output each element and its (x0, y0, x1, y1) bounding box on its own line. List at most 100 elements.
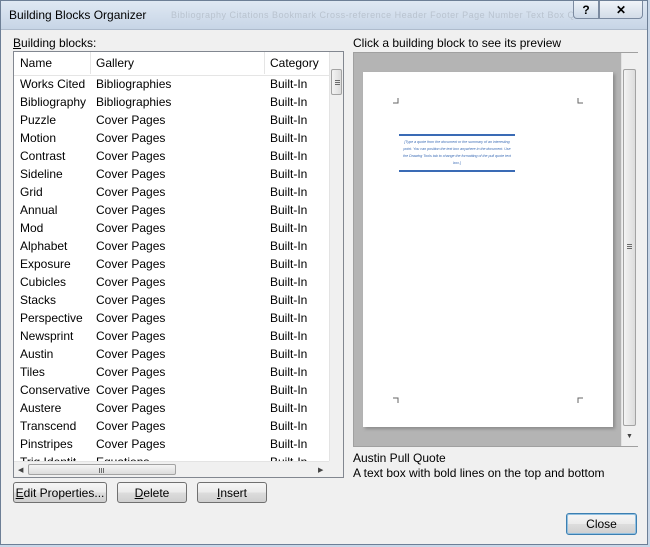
block-gallery-cell: Cover Pages (96, 203, 166, 217)
margin-corner-icon (577, 98, 583, 104)
block-category-cell: Built-In (270, 419, 308, 433)
pull-quote-preview: [Type a quote from the document or the s… (399, 134, 515, 172)
list-row[interactable]: Stacks Cover Pages Built-In (14, 291, 329, 309)
list-row[interactable]: Newsprint Cover Pages Built-In (14, 327, 329, 345)
edit-properties-button[interactable]: Edit Properties... (13, 482, 107, 503)
list-row[interactable]: Conservative Cover Pages Built-In (14, 381, 329, 399)
list-row[interactable]: Cubicles Cover Pages Built-In (14, 273, 329, 291)
delete-button[interactable]: Delete (117, 482, 187, 503)
list-header: Name Gallery Category (14, 52, 329, 76)
building-blocks-list[interactable]: Name Gallery Category Works Cited Bibliog… (13, 51, 344, 478)
block-gallery-cell: Cover Pages (96, 239, 166, 253)
block-gallery-cell: Cover Pages (96, 221, 166, 235)
title-close-button[interactable]: ✕ (599, 1, 643, 19)
block-gallery-cell: Cover Pages (96, 257, 166, 271)
column-header-name[interactable]: Name (20, 56, 52, 70)
column-header-gallery[interactable]: Gallery (96, 56, 134, 70)
list-row[interactable]: Perspective Cover Pages Built-In (14, 309, 329, 327)
title-bar[interactable]: Building Blocks Organizer Bibliography C… (1, 1, 647, 30)
list-row[interactable]: Contrast Cover Pages Built-In (14, 147, 329, 165)
block-name-cell: Austin (20, 347, 54, 361)
list-rows: Works Cited Bibliographies Built-In Bibliog… (14, 75, 329, 463)
block-category-cell: Built-In (270, 365, 308, 379)
block-category-cell: Built-In (270, 383, 308, 397)
list-row[interactable]: Puzzle Cover Pages Built-In (14, 111, 329, 129)
margin-corner-icon (393, 397, 399, 403)
selected-block-description: A text box with bold lines on the top an… (353, 466, 605, 480)
block-category-cell: Built-In (270, 275, 308, 289)
selected-block-name: Austin Pull Quote (353, 451, 446, 465)
block-gallery-cell: Cover Pages (96, 131, 166, 145)
list-row[interactable]: Pinstripes Cover Pages Built-In (14, 435, 329, 453)
list-row[interactable]: Sideline Cover Pages Built-In (14, 165, 329, 183)
preview-scroll-thumb[interactable] (623, 69, 636, 426)
block-gallery-cell: Bibliographies (96, 95, 172, 109)
block-category-cell: Built-In (270, 77, 308, 91)
list-row[interactable]: Transcend Cover Pages Built-In (14, 417, 329, 435)
help-button[interactable]: ? (573, 1, 599, 19)
block-gallery-cell: Cover Pages (96, 347, 166, 361)
block-category-cell: Built-In (270, 203, 308, 217)
dialog-title: Building Blocks Organizer (9, 8, 147, 22)
list-row[interactable]: Mod Cover Pages Built-In (14, 219, 329, 237)
block-gallery-cell: Cover Pages (96, 365, 166, 379)
block-name-cell: Pinstripes (20, 437, 73, 451)
block-gallery-cell: Cover Pages (96, 437, 166, 451)
list-row[interactable]: Exposure Cover Pages Built-In (14, 255, 329, 273)
insert-button[interactable]: Insert (197, 482, 267, 503)
block-category-cell: Built-In (270, 95, 308, 109)
list-row[interactable]: Tiles Cover Pages Built-In (14, 363, 329, 381)
scrollbar-corner (329, 461, 343, 477)
block-category-cell: Built-In (270, 401, 308, 415)
block-gallery-cell: Cover Pages (96, 311, 166, 325)
list-vertical-scrollbar[interactable] (329, 52, 343, 461)
block-name-cell: Austere (20, 401, 62, 415)
block-category-cell: Built-In (270, 293, 308, 307)
block-name-cell: Motion (20, 131, 57, 145)
preview-vertical-scrollbar[interactable]: ▼ (621, 53, 638, 446)
list-row[interactable]: Motion Cover Pages Built-In (14, 129, 329, 147)
block-gallery-cell: Cover Pages (96, 167, 166, 181)
scroll-down-icon[interactable]: ▼ (626, 433, 633, 440)
list-row[interactable]: Austin Cover Pages Built-In (14, 345, 329, 363)
block-category-cell: Built-In (270, 167, 308, 181)
block-category-cell: Built-In (270, 311, 308, 325)
block-category-cell: Built-In (270, 113, 308, 127)
list-row[interactable]: Alphabet Cover Pages Built-In (14, 237, 329, 255)
block-name-cell: Mod (20, 221, 44, 235)
list-row[interactable]: Austere Cover Pages Built-In (14, 399, 329, 417)
dialog-window: Building Blocks Organizer Bibliography C… (0, 0, 648, 545)
vertical-scroll-thumb[interactable] (331, 69, 342, 95)
scroll-left-icon[interactable]: ◀ (18, 466, 23, 474)
block-category-cell: Built-In (270, 257, 308, 271)
block-name-cell: Grid (20, 185, 43, 199)
list-row[interactable]: Annual Cover Pages Built-In (14, 201, 329, 219)
building-blocks-label: Building blocks: (13, 36, 97, 50)
block-category-cell: Built-In (270, 239, 308, 253)
block-gallery-cell: Bibliographies (96, 77, 172, 91)
block-gallery-cell: Cover Pages (96, 383, 166, 397)
block-name-cell: Bibliography (20, 95, 87, 109)
block-category-cell: Built-In (270, 185, 308, 199)
close-icon: ✕ (615, 2, 627, 17)
quote-text: [Type a quote from the document or the s… (403, 140, 511, 165)
block-name-cell: Transcend (20, 419, 77, 433)
preview-pane: [Type a quote from the document or the s… (353, 52, 638, 447)
block-category-cell: Built-In (270, 221, 308, 235)
list-horizontal-scrollbar[interactable]: ◀ ▶ (14, 461, 329, 477)
preview-label: Click a building block to see its previe… (353, 36, 562, 50)
block-name-cell: Works Cited (20, 77, 86, 91)
scroll-right-icon[interactable]: ▶ (318, 466, 323, 474)
horizontal-scroll-thumb[interactable] (28, 464, 176, 475)
list-row[interactable]: Works Cited Bibliographies Built-In (14, 75, 329, 93)
column-header-category[interactable]: Category (270, 56, 319, 70)
block-gallery-cell: Cover Pages (96, 293, 166, 307)
list-row[interactable]: Bibliography Bibliographies Built-In (14, 93, 329, 111)
block-name-cell: Cubicles (20, 275, 67, 289)
close-button[interactable]: Close (566, 513, 637, 535)
block-category-cell: Built-In (270, 347, 308, 361)
block-category-cell: Built-In (270, 149, 308, 163)
block-gallery-cell: Cover Pages (96, 401, 166, 415)
list-row[interactable]: Grid Cover Pages Built-In (14, 183, 329, 201)
block-name-cell: Conservative (20, 383, 91, 397)
